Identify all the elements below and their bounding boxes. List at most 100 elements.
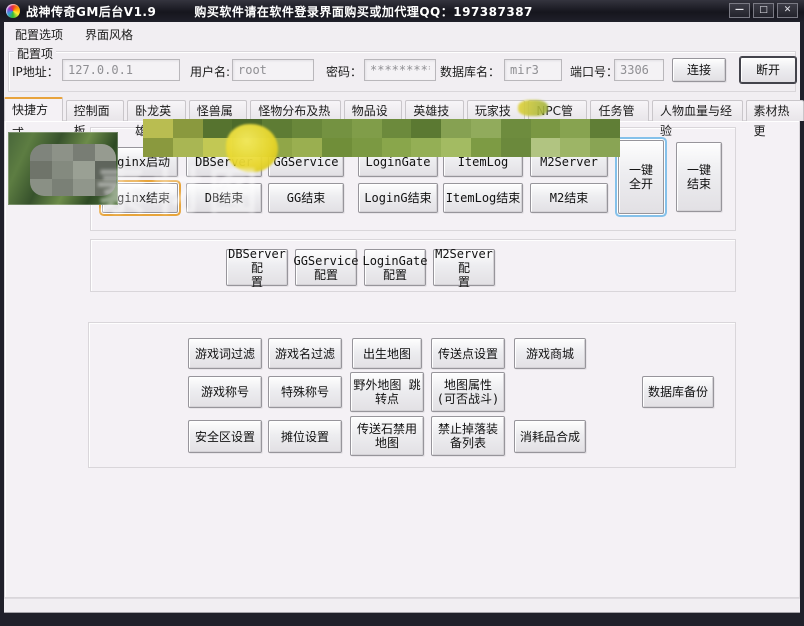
batch-start-button[interactable]: 一键 全开 — [618, 140, 664, 214]
tab-9[interactable]: 任务管理 — [590, 100, 649, 121]
username-input[interactable] — [232, 59, 314, 81]
watermark-blob-cell — [52, 179, 74, 196]
server-stop-button-5[interactable]: M2结束 — [530, 183, 608, 213]
watermark-cell — [590, 119, 620, 138]
server-stop-button-4[interactable]: ItemLog结束 — [443, 183, 523, 213]
ip-input[interactable] — [62, 59, 180, 81]
game-button-r2-2[interactable]: 野外地图 跳 转点 — [350, 372, 424, 412]
database-backup-button[interactable]: 数据库备份 — [642, 376, 714, 408]
connect-button[interactable]: 连接 — [672, 58, 726, 82]
title-notice: 购买软件请在软件登录界面购买或加代理QQ：197387387 — [194, 3, 533, 20]
server-stop-button-1[interactable]: DB结束 — [186, 183, 262, 213]
password-input[interactable] — [364, 59, 436, 81]
status-bar — [4, 598, 800, 612]
watermark-cell — [352, 119, 382, 138]
port-input[interactable] — [614, 59, 664, 81]
tab-3[interactable]: 怪兽属性 — [189, 100, 248, 121]
menu-bar: 配置选项 界面风格 — [4, 24, 144, 45]
tab-11[interactable]: 素材热更 — [746, 100, 804, 121]
watermark-blob-cell — [73, 161, 95, 178]
window-controls: — □ ✕ — [729, 3, 798, 18]
watermark-cell — [531, 119, 561, 138]
watermark-cell — [382, 138, 412, 157]
watermark-yellow-blob — [226, 124, 278, 172]
watermark-blob-cell — [95, 161, 117, 178]
game-button-r1-3[interactable]: 传送点设置 — [431, 338, 505, 369]
tab-10[interactable]: 人物血量与经验 — [652, 100, 742, 121]
watermark-cell — [173, 138, 203, 157]
server-stop-button-3[interactable]: LoginG结束 — [358, 183, 438, 213]
watermark-blob-cell — [95, 179, 117, 196]
watermark-cell — [322, 138, 352, 157]
maximize-button[interactable]: □ — [753, 3, 774, 18]
watermark-pixelated-blob — [30, 144, 116, 196]
game-button-r1-4[interactable]: 游戏商城 — [514, 338, 586, 369]
server-stop-button-2[interactable]: GG结束 — [268, 183, 344, 213]
app-window: 战神传奇GM后台V1.9 购买软件请在软件登录界面购买或加代理QQ：197387… — [0, 0, 804, 626]
watermark-npc-tab-smudge — [518, 100, 548, 116]
tab-0[interactable]: 快捷方式 — [4, 97, 63, 121]
watermark-cell — [411, 138, 441, 157]
watermark-blob-cell — [73, 144, 95, 161]
watermark-cell — [382, 119, 412, 138]
game-button-r3-2[interactable]: 传送石禁用 地图 — [350, 416, 424, 456]
watermark-blob-cell — [73, 179, 95, 196]
game-button-r3-3[interactable]: 禁止掉落装 备列表 — [431, 416, 505, 456]
watermark-blob-cell — [52, 144, 74, 161]
tab-6[interactable]: 英雄技能 — [405, 100, 464, 121]
watermark-cell — [441, 119, 471, 138]
game-button-r2-1[interactable]: 特殊称号 — [268, 376, 342, 408]
server-config-button-3[interactable]: M2Server 配 置 — [433, 249, 495, 286]
watermark-cell — [322, 119, 352, 138]
game-button-r3-4[interactable]: 消耗品合成 — [514, 420, 586, 453]
disconnect-button[interactable]: 断开 — [740, 57, 796, 83]
watermark-cell — [501, 138, 531, 157]
watermark-cell — [471, 138, 501, 157]
batch-stop-button[interactable]: 一键 结束 — [676, 142, 722, 212]
game-button-r1-1[interactable]: 游戏名过滤 — [268, 338, 342, 369]
watermark-cell — [441, 138, 471, 157]
tab-1[interactable]: 控制面板 — [66, 100, 125, 121]
app-icon — [6, 4, 20, 18]
watermark-blob-cell — [95, 144, 117, 161]
watermark-cell — [471, 119, 501, 138]
title-bar: 战神传奇GM后台V1.9 购买软件请在软件登录界面购买或加代理QQ：197387… — [0, 0, 804, 22]
watermark-cell — [411, 119, 441, 138]
watermark-cell — [143, 138, 173, 157]
game-button-r1-0[interactable]: 游戏词过滤 — [188, 338, 262, 369]
watermark-cell — [560, 119, 590, 138]
tab-4[interactable]: 怪物分布及热更 — [250, 100, 340, 121]
menu-ui-style[interactable]: 界面风格 — [74, 23, 144, 46]
watermark-cell — [143, 119, 173, 138]
tab-2[interactable]: 卧龙英雄 — [127, 100, 186, 121]
watermark-blob-cell — [52, 161, 74, 178]
menu-config-options[interactable]: 配置选项 — [4, 23, 74, 46]
game-button-r2-3[interactable]: 地图属性 (可否战斗) — [431, 372, 505, 412]
ip-label: IP地址： — [12, 63, 59, 80]
game-button-r2-0[interactable]: 游戏称号 — [188, 376, 262, 408]
watermark-blob-cell — [30, 179, 52, 196]
dbname-label: 数据库名： — [440, 63, 500, 80]
game-button-r3-0[interactable]: 安全区设置 — [188, 420, 262, 453]
dbname-input[interactable] — [504, 59, 562, 81]
close-button[interactable]: ✕ — [777, 3, 798, 18]
tab-strip: 快捷方式控制面板卧龙英雄怪兽属性怪物分布及热更物品设置英雄技能玩家技能NPC管理… — [4, 97, 804, 121]
window-title: 战神传奇GM后台V1.9 — [26, 3, 156, 20]
watermark-cell — [173, 119, 203, 138]
game-button-r3-1[interactable]: 摊位设置 — [268, 420, 342, 453]
config-group-label: 配置项 — [14, 45, 56, 62]
watermark-photo-thumbnail — [8, 132, 118, 205]
tab-5[interactable]: 物品设置 — [344, 100, 403, 121]
watermark-mosaic-band — [143, 119, 620, 157]
user-label: 用户名: — [190, 63, 230, 80]
port-label: 端口号： — [570, 63, 618, 80]
minimize-button[interactable]: — — [729, 3, 750, 18]
watermark-blob-cell — [30, 144, 52, 161]
server-config-button-0[interactable]: DBServer 配 置 — [226, 249, 288, 286]
watermark-cell — [292, 119, 322, 138]
game-button-r1-2[interactable]: 出生地图 — [352, 338, 422, 369]
server-config-button-2[interactable]: LoginGate 配置 — [364, 249, 426, 286]
tab-7[interactable]: 玩家技能 — [467, 100, 526, 121]
watermark-cell — [590, 138, 620, 157]
server-config-button-1[interactable]: GGService 配置 — [295, 249, 357, 286]
